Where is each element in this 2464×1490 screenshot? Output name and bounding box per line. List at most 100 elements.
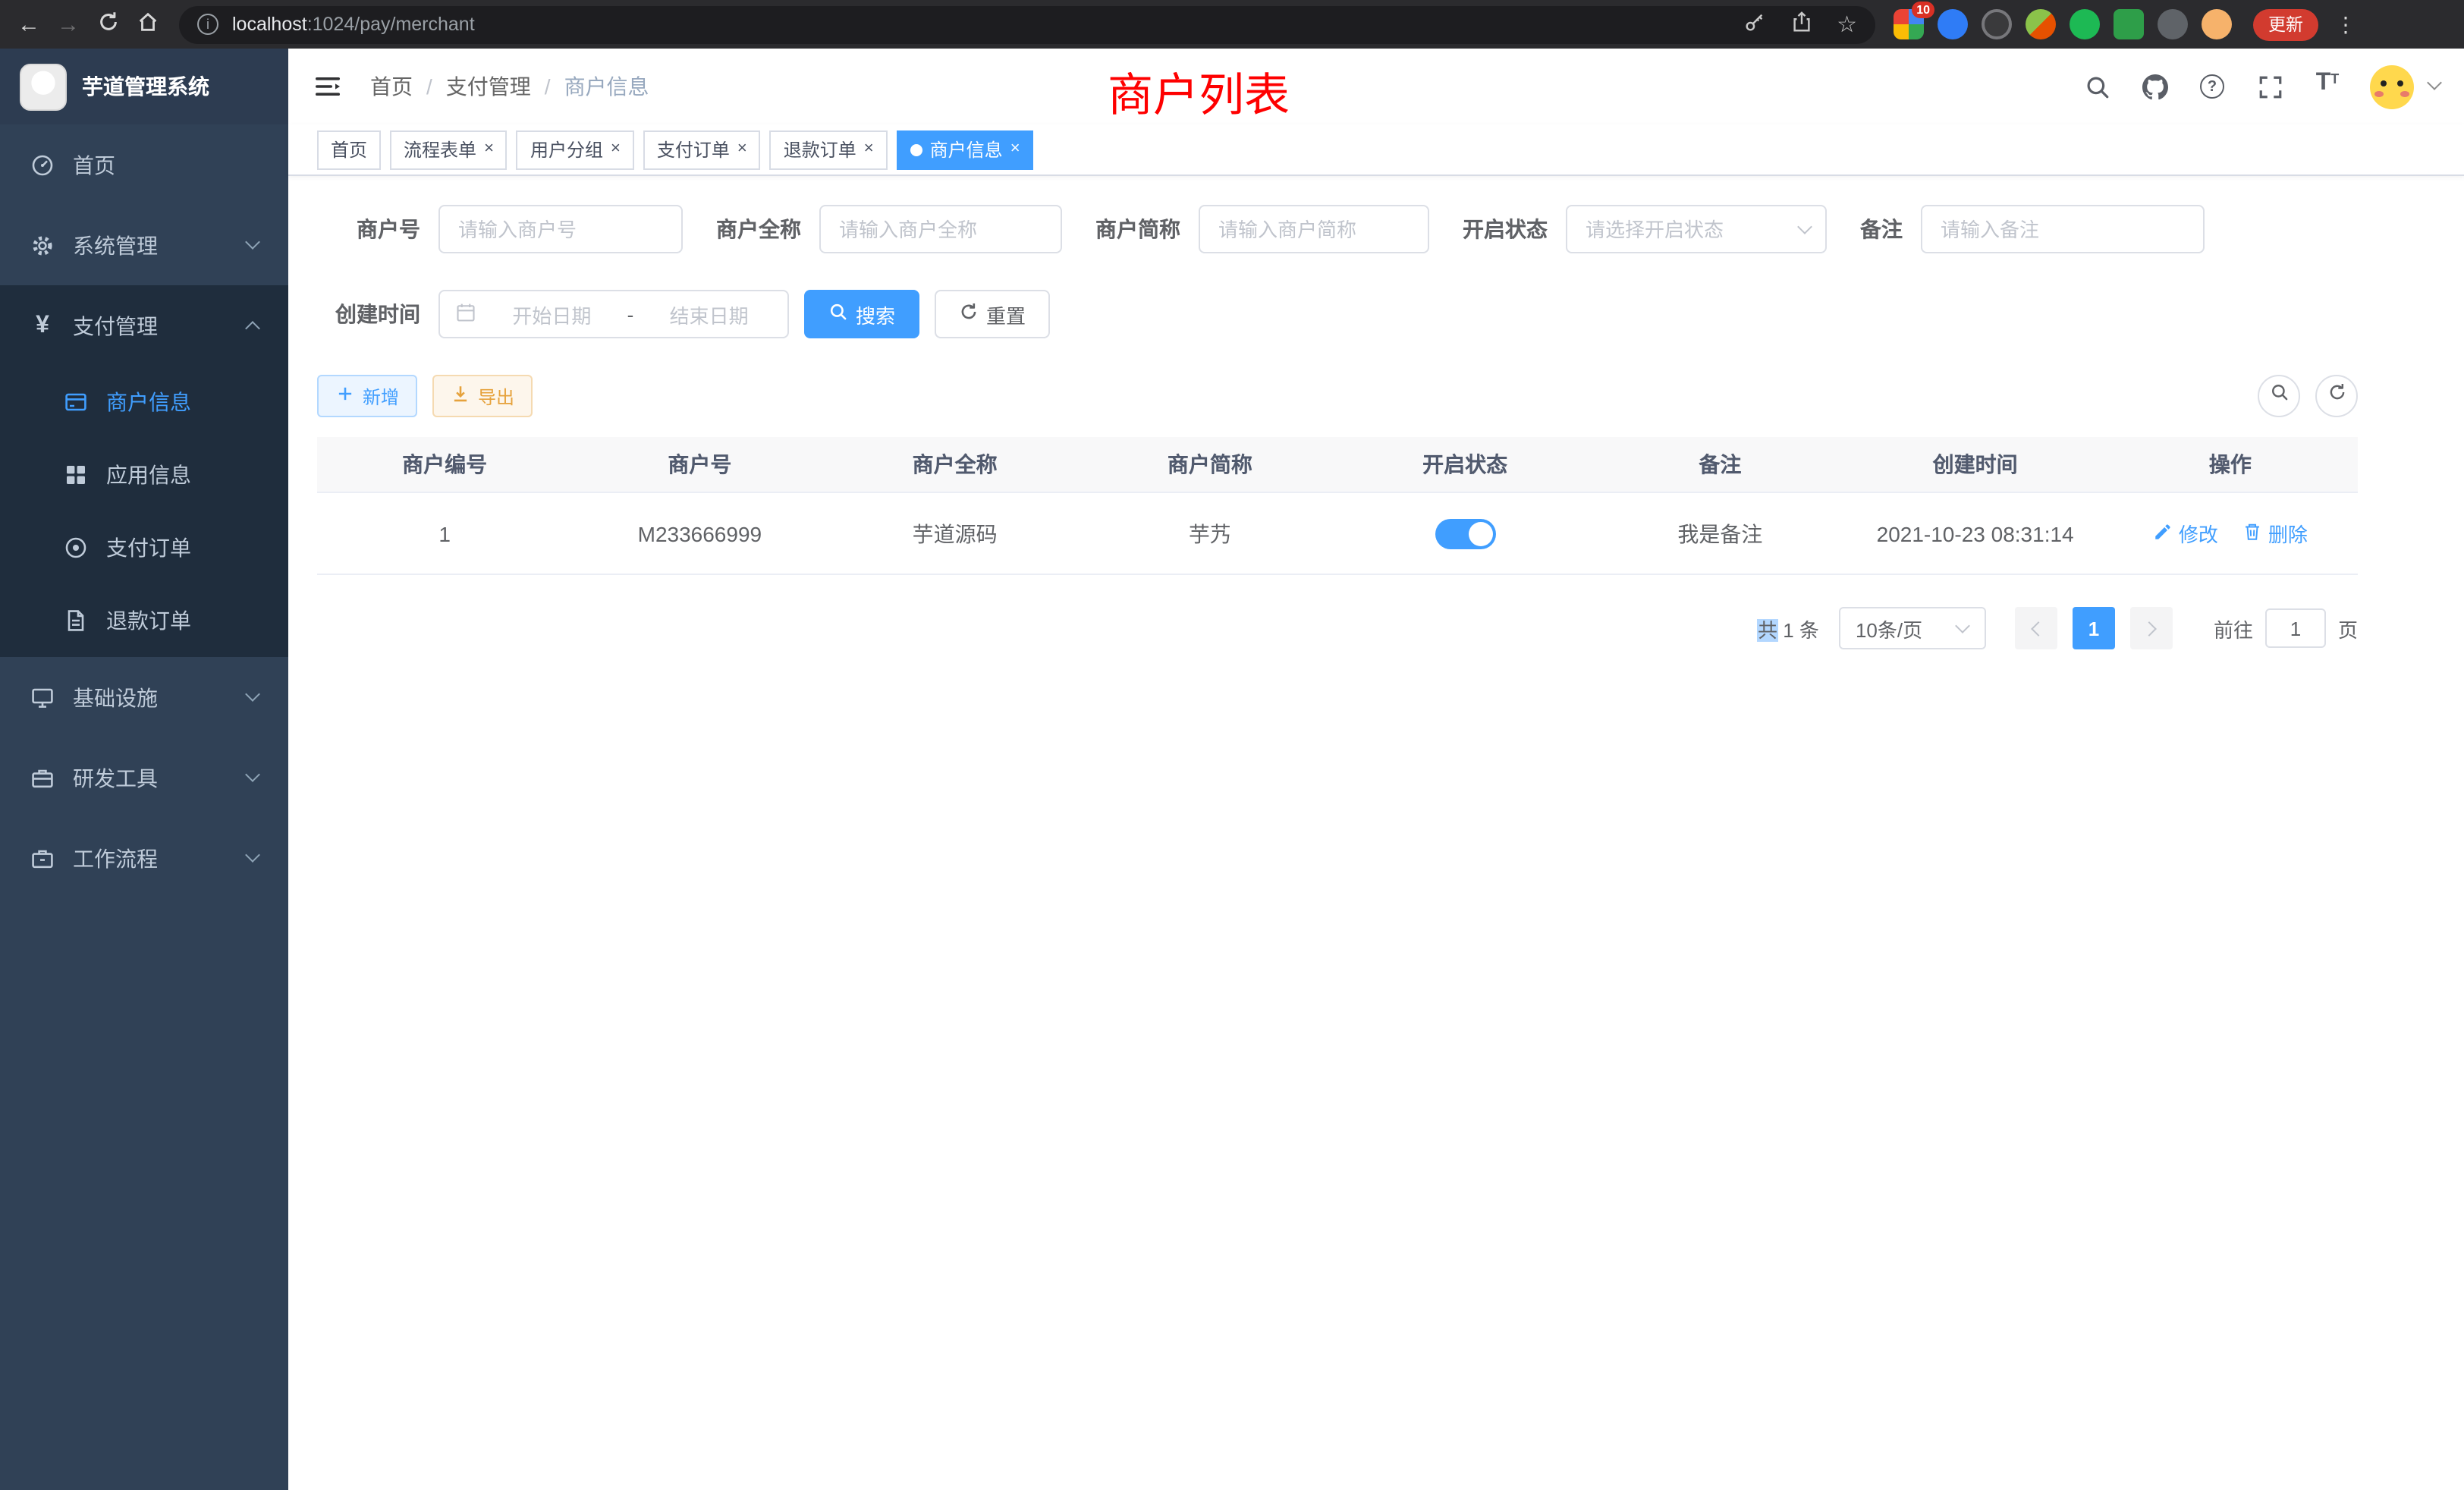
search-button[interactable]: 搜索: [804, 290, 919, 338]
sidebar-item-app-info[interactable]: 应用信息: [0, 439, 288, 511]
field-label: 创建时间: [317, 299, 420, 329]
merchant-card-icon: [64, 390, 88, 414]
sidebar-item-pay-order[interactable]: 支付订单: [0, 511, 288, 584]
search-icon[interactable]: [2082, 71, 2112, 102]
next-page-button[interactable]: [2130, 607, 2173, 649]
tab-user-group[interactable]: 用户分组×: [517, 130, 634, 169]
search-icon: [2269, 382, 2289, 410]
back-button[interactable]: ←: [9, 5, 49, 44]
status-toggle[interactable]: [1435, 518, 1495, 549]
status-select[interactable]: [1566, 205, 1827, 253]
sidebar-item-system[interactable]: 系统管理: [0, 205, 288, 285]
sidebar-item-label: 应用信息: [106, 460, 191, 490]
extension-tabs-icon[interactable]: 10: [1894, 9, 1924, 39]
sidebar-item-home[interactable]: 首页: [0, 124, 288, 205]
date-range-picker[interactable]: 开始日期 - 结束日期: [438, 290, 789, 338]
full-name-input[interactable]: [819, 205, 1062, 253]
edit-button[interactable]: 修改: [2153, 519, 2218, 548]
chevron-up-icon: [245, 321, 260, 336]
browser-profile-avatar[interactable]: [2202, 9, 2232, 39]
sidebar-item-label: 工作流程: [73, 843, 158, 873]
extension-notes-icon[interactable]: [2114, 9, 2144, 39]
user-avatar[interactable]: [2370, 64, 2414, 108]
column-header: 商户简称: [1083, 449, 1337, 479]
page-size-select[interactable]: 10条/页: [1839, 607, 1986, 649]
extension-dark-icon[interactable]: [1982, 9, 2012, 39]
refresh-table-button[interactable]: [2315, 375, 2358, 417]
sidebar-item-workflow[interactable]: 工作流程: [0, 818, 288, 898]
delete-label: 删除: [2268, 519, 2308, 548]
tab-pay-order[interactable]: 支付订单 ×: [643, 130, 761, 169]
order-target-icon: [64, 536, 88, 560]
remark-input[interactable]: [1921, 205, 2205, 253]
toggle-search-button[interactable]: [2258, 375, 2300, 417]
site-info-icon[interactable]: i: [197, 14, 218, 35]
extension-avatar-icon[interactable]: [2026, 9, 2056, 39]
filter-status: 开启状态: [1463, 205, 1827, 253]
column-header: 商户全称: [828, 449, 1083, 479]
prev-page-button[interactable]: [2015, 607, 2057, 649]
merchant-table: 商户编号 商户号 商户全称 商户简称 开启状态 备注 创建时间 操作 1 M23…: [317, 437, 2358, 575]
merchant-no-input[interactable]: [438, 205, 683, 253]
forward-button[interactable]: →: [49, 5, 88, 44]
address-bar[interactable]: i localhost:1024/pay/merchant ☆: [179, 5, 1875, 43]
short-name-input[interactable]: [1199, 205, 1429, 253]
field-label: 开启状态: [1463, 214, 1548, 244]
reload-icon: [96, 10, 119, 39]
page-number-current[interactable]: 1: [2073, 607, 2115, 649]
breadcrumb-item[interactable]: 支付管理: [446, 71, 531, 102]
fullscreen-icon[interactable]: [2255, 71, 2285, 102]
browser-update-button[interactable]: 更新: [2253, 8, 2318, 40]
browser-menu-icon[interactable]: ⋮: [2335, 11, 2356, 37]
share-icon[interactable]: [1790, 11, 1812, 38]
sidebar-item-devtools[interactable]: 研发工具: [0, 737, 288, 818]
close-icon[interactable]: ×: [864, 141, 874, 158]
logo-avatar: [20, 63, 67, 110]
sidebar-item-refund-order[interactable]: 退款订单: [0, 584, 288, 657]
close-icon[interactable]: ×: [484, 141, 494, 158]
pagination-total: 共 1 条: [1758, 614, 1819, 643]
close-icon[interactable]: ×: [1010, 141, 1020, 158]
close-icon[interactable]: ×: [737, 141, 747, 158]
font-size-icon[interactable]: TT: [2312, 71, 2343, 102]
export-button[interactable]: 导出: [432, 375, 533, 417]
sidebar-item-merchant-info[interactable]: 商户信息: [0, 366, 288, 439]
tab-home[interactable]: 首页: [317, 130, 381, 169]
delete-button[interactable]: 删除: [2242, 519, 2308, 548]
extension-green-circle-icon[interactable]: [2070, 9, 2100, 39]
extension-blue-icon[interactable]: [1938, 9, 1968, 39]
tab-process-form[interactable]: 流程表单×: [390, 130, 508, 169]
question-glyph: ?: [2200, 74, 2224, 99]
tab-merchant-info-active[interactable]: 商户信息 ×: [897, 130, 1034, 169]
chevron-down-icon: [245, 767, 260, 782]
home-button[interactable]: [127, 5, 167, 44]
sidebar-collapse-icon[interactable]: [313, 71, 343, 102]
close-icon[interactable]: ×: [611, 141, 621, 158]
tab-label: 商户信息: [930, 137, 1003, 162]
help-icon[interactable]: ?: [2197, 71, 2227, 102]
reset-button[interactable]: 重置: [935, 290, 1050, 338]
reload-button[interactable]: [88, 5, 127, 44]
bookmark-star-icon[interactable]: ☆: [1837, 13, 1857, 36]
status-select-input[interactable]: [1566, 205, 1827, 253]
add-button[interactable]: 新增: [317, 375, 417, 417]
sidebar-item-infrastructure[interactable]: 基础设施: [0, 657, 288, 737]
tab-refund-order[interactable]: 退款订单 ×: [770, 130, 888, 169]
tab-label: 支付订单: [657, 137, 730, 162]
github-icon[interactable]: [2139, 71, 2170, 102]
extension-pinwheel-icon[interactable]: [2158, 9, 2188, 39]
chevron-down-icon: [245, 847, 260, 863]
sidebar-item-label: 商户信息: [106, 387, 191, 417]
browser-toolbar: ← → i localhost:1024/pay/merchant ☆ 10: [0, 0, 2464, 49]
sidebar-item-payment[interactable]: ¥ 支付管理: [0, 285, 288, 366]
total-rest: 1 条: [1777, 618, 1819, 641]
breadcrumb-item[interactable]: 首页: [370, 71, 413, 102]
tab-label: 退款订单: [784, 137, 856, 162]
app-logo[interactable]: 芋道管理系统: [0, 49, 288, 124]
goto-page-input[interactable]: [2265, 608, 2326, 648]
password-key-icon[interactable]: [1743, 11, 1765, 38]
chevron-down-icon[interactable]: [2427, 74, 2442, 90]
breadcrumb-separator: /: [545, 74, 551, 99]
cell-full-name: 芋道源码: [828, 518, 1083, 549]
date-separator: -: [627, 303, 634, 325]
